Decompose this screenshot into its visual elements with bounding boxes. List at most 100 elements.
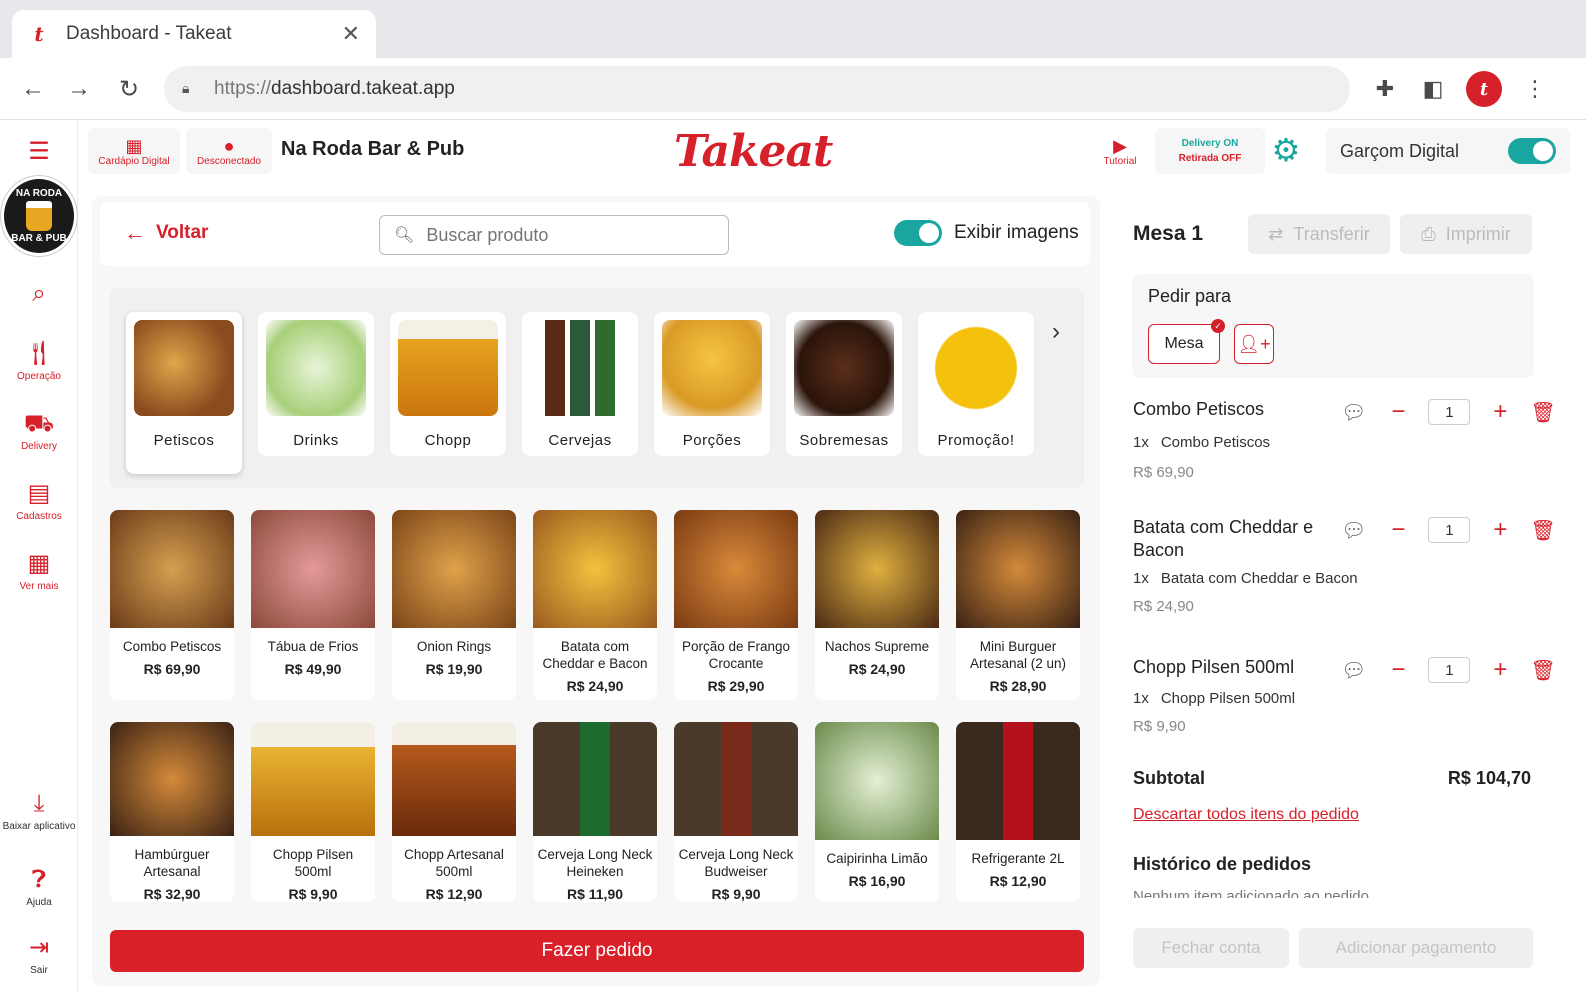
sidebar-item-baixar[interactable]: ⤓ Baixar aplicativo: [0, 790, 78, 834]
grid-icon: ▦: [27, 550, 51, 577]
order-item-detail: 1x Batata com Cheddar e Bacon: [1133, 570, 1358, 587]
comment-icon[interactable]: 💬︎: [1341, 400, 1366, 425]
product-card[interactable]: Porção de Frango Crocante R$ 29,90: [674, 510, 798, 700]
product-card[interactable]: Cerveja Long Neck Budweiser R$ 9,90: [674, 722, 798, 902]
sidebar-item-ver-mais[interactable]: ▦ Ver mais: [0, 550, 78, 594]
product-image: [251, 510, 375, 628]
fazer-pedido-button[interactable]: Fazer pedido: [110, 930, 1084, 972]
product-card[interactable]: Onion Rings R$ 19,90: [392, 510, 516, 700]
close-tab-icon[interactable]: ✕: [342, 21, 360, 47]
quantity-stepper: 💬︎ − 1 + 🗑︎: [1341, 516, 1556, 544]
sidebar-item-sair[interactable]: ⇥ Sair: [0, 934, 78, 978]
browser-tab[interactable]: t Dashboard - Takeat ✕: [12, 10, 376, 58]
category-cervejas[interactable]: Cervejas: [522, 312, 638, 456]
quantity-field[interactable]: 1: [1428, 399, 1471, 425]
petiscos-image: [134, 320, 234, 416]
product-card[interactable]: Caipirinha Limão R$ 16,90: [815, 722, 939, 902]
store-name: Na Roda Bar & Pub: [281, 138, 465, 160]
product-card[interactable]: Cerveja Long Neck Heineken R$ 11,90: [533, 722, 657, 902]
id-card-icon: ▤: [27, 480, 51, 507]
product-image: [110, 510, 234, 628]
product-card[interactable]: Chopp Artesanal 500ml R$ 12,90: [392, 722, 516, 902]
hamburger-menu-icon[interactable]: ☰: [0, 138, 78, 166]
voltar-button[interactable]: ← Voltar: [124, 220, 208, 246]
help-icon: ❓︎: [31, 866, 47, 893]
product-card[interactable]: Hambúrguer Artesanal R$ 32,90: [110, 722, 234, 902]
adicionar-pagamento-button[interactable]: Adicionar pagamento: [1299, 928, 1533, 968]
exibir-imagens-toggle[interactable]: [894, 220, 942, 246]
plus-icon[interactable]: +: [1488, 516, 1512, 544]
cutlery-icon: 🍴︎: [23, 340, 55, 367]
comment-icon[interactable]: 💬︎: [1341, 658, 1366, 683]
qr-code-icon: ▦: [125, 135, 143, 156]
minus-icon[interactable]: −: [1386, 516, 1410, 544]
forward-icon[interactable]: →: [64, 74, 94, 104]
sidebar-item-delivery[interactable]: ⛟ Delivery: [0, 410, 78, 454]
chevron-right-icon[interactable]: ›: [1052, 318, 1060, 346]
sidebar-item-cadastros[interactable]: ▤ Cadastros: [0, 480, 78, 524]
plus-icon[interactable]: +: [1488, 656, 1512, 684]
product-card[interactable]: Mini Burguer Artesanal (2 un) R$ 28,90: [956, 510, 1080, 700]
desconectado-button[interactable]: ● Desconectado: [186, 128, 272, 174]
add-person-icon[interactable]: 👤︎+: [1234, 324, 1274, 364]
category-drinks[interactable]: Drinks: [258, 312, 374, 456]
quantity-field[interactable]: 1: [1428, 657, 1471, 683]
category-sobremesas[interactable]: Sobremesas: [786, 312, 902, 456]
descartar-link[interactable]: Descartar todos itens do pedido: [1133, 806, 1359, 824]
sidebar-item-ajuda[interactable]: ❓︎ Ajuda: [0, 866, 78, 910]
product-image: [956, 722, 1080, 840]
category-petiscos[interactable]: Petiscos: [126, 312, 242, 474]
transferir-button[interactable]: ⇄ Transferir: [1248, 214, 1390, 254]
printer-icon: ⎙: [1421, 223, 1436, 244]
browser-menu-icon[interactable]: ⋮: [1520, 74, 1550, 104]
trash-icon[interactable]: 🗑︎: [1530, 518, 1555, 543]
browser-toolbar: ← → ↻ 🔒︎ https://dashboard.takeat.app ✚ …: [0, 58, 1586, 120]
address-bar[interactable]: 🔒︎ https://dashboard.takeat.app: [164, 66, 1350, 112]
side-panel-icon[interactable]: ◧: [1418, 74, 1448, 104]
search-input[interactable]: [426, 224, 707, 246]
extensions-icon[interactable]: ✚: [1370, 74, 1400, 104]
product-image: [251, 722, 375, 836]
product-image: [956, 510, 1080, 628]
garcom-toggle[interactable]: [1508, 138, 1556, 164]
pedir-para-box: Pedir para Mesa ✓ 👤︎+: [1132, 274, 1534, 378]
drinks-image: [266, 320, 366, 416]
product-card[interactable]: Combo Petiscos R$ 69,90: [110, 510, 234, 700]
cardapio-digital-button[interactable]: ▦ Cardápio Digital: [88, 128, 180, 174]
order-panel: Mesa 1 ⇄ Transferir ⎙ Imprimir Pedir para …: [1118, 196, 1556, 986]
product-card[interactable]: Chopp Pilsen 500ml R$ 9,90: [251, 722, 375, 902]
product-card[interactable]: Nachos Supreme R$ 24,90: [815, 510, 939, 700]
sobremesas-image: [794, 320, 894, 416]
product-card[interactable]: Tábua de Frios R$ 49,90: [251, 510, 375, 700]
reload-icon[interactable]: ↻: [114, 74, 144, 104]
historico-empty-text: Nenhum item adicionado ao pedido: [1133, 888, 1369, 898]
delivery-status[interactable]: Delivery ON Retirada OFF: [1155, 128, 1265, 174]
product-card[interactable]: Batata com Cheddar e Bacon R$ 24,90: [533, 510, 657, 700]
category-porcoes[interactable]: Porções: [654, 312, 770, 456]
sidebar-search-icon[interactable]: ⌕: [0, 280, 78, 308]
trash-icon[interactable]: 🗑︎: [1530, 658, 1555, 683]
fechar-conta-button[interactable]: Fechar conta: [1133, 928, 1289, 968]
plus-icon[interactable]: +: [1488, 398, 1512, 426]
arrow-left-icon: ←: [124, 220, 146, 245]
minus-icon[interactable]: −: [1386, 398, 1410, 426]
profile-avatar[interactable]: t: [1466, 71, 1502, 107]
product-card[interactable]: Refrigerante 2L R$ 12,90: [956, 722, 1080, 902]
quantity-field[interactable]: 1: [1428, 517, 1471, 543]
porcoes-image: [662, 320, 762, 416]
garcom-digital: Garçom Digital: [1326, 128, 1570, 174]
imprimir-button[interactable]: ⎙ Imprimir: [1400, 214, 1532, 254]
check-icon: ✓: [1211, 319, 1225, 333]
sidebar-item-operacao[interactable]: 🍴︎ Operação: [0, 340, 78, 384]
category-promocao[interactable]: Promoção!: [918, 312, 1034, 456]
comment-icon[interactable]: 💬︎: [1341, 518, 1366, 543]
trash-icon[interactable]: 🗑︎: [1530, 400, 1555, 425]
mesa-button[interactable]: Mesa ✓: [1148, 319, 1225, 364]
category-chopp[interactable]: Chopp: [390, 312, 506, 456]
gear-icon[interactable]: ⚙: [1268, 132, 1304, 168]
minus-icon[interactable]: −: [1386, 656, 1410, 684]
order-item-detail: 1x Chopp Pilsen 500ml: [1133, 690, 1296, 707]
product-image: [815, 510, 939, 628]
tutorial-button[interactable]: ▶ Tutorial: [1094, 128, 1146, 174]
back-icon[interactable]: ←: [18, 74, 48, 104]
